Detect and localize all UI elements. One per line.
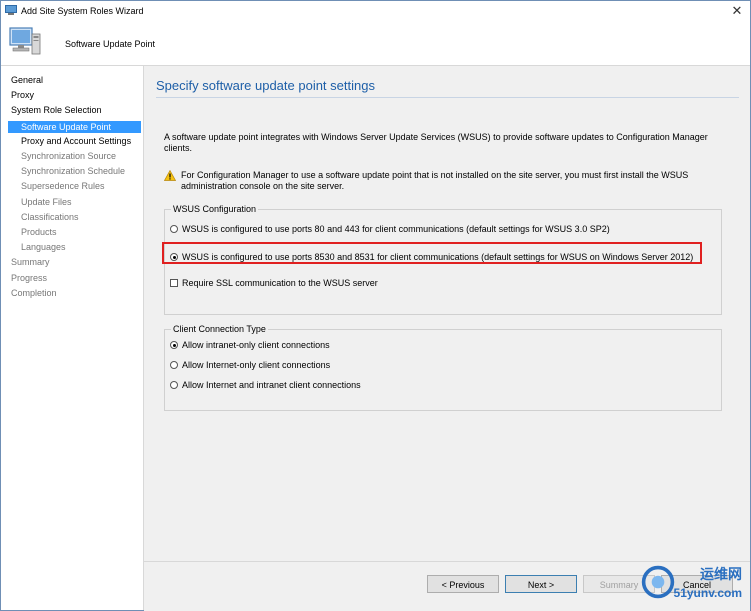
- watermark-subtext: 51yunv.com: [673, 586, 742, 600]
- internet-and-intranet-radio[interactable]: [170, 381, 178, 389]
- content-pane: Specify software update point settings A…: [144, 66, 750, 561]
- wizard-nav: General Proxy System Role Selection Softwar…: [1, 66, 144, 610]
- internet-only-label: Allow Internet-only client connections: [182, 360, 331, 370]
- highlight-box: [162, 242, 702, 264]
- watermark-logo-icon: [641, 565, 675, 599]
- nav-item-languages[interactable]: Languages: [21, 242, 66, 252]
- computer-icon: [9, 27, 41, 55]
- nav-item-synchronization-schedule[interactable]: Synchronization Schedule: [21, 166, 125, 176]
- nav-item-supersedence-rules[interactable]: Supersedence Rules: [21, 181, 105, 191]
- page-description: A software update point integrates with …: [164, 132, 708, 153]
- wsus-group-legend: WSUS Configuration: [171, 204, 259, 214]
- wizard-header: Software Update Point: [1, 21, 750, 66]
- wizard-subtitle: Software Update Point: [65, 39, 156, 49]
- require-ssl-option[interactable]: Require SSL communication to the WSUS se…: [170, 278, 378, 288]
- page-title: Specify software update point settings: [156, 78, 375, 93]
- intranet-only-radio[interactable]: [170, 341, 178, 349]
- internet-and-intranet-option[interactable]: Allow Internet and intranet client conne…: [170, 380, 361, 390]
- nav-item-summary[interactable]: Summary: [11, 257, 50, 267]
- previous-button[interactable]: < Previous: [427, 575, 499, 593]
- site-watermark: 运维网 51yunv.com: [636, 560, 746, 606]
- wsus-port-80-radio[interactable]: [170, 225, 178, 233]
- require-ssl-checkbox[interactable]: [170, 279, 178, 287]
- heading-divider: [156, 97, 739, 98]
- intranet-only-option[interactable]: Allow intranet-only client connections: [170, 340, 330, 350]
- next-button[interactable]: Next >: [505, 575, 577, 593]
- window-title: Add Site System Roles Wizard: [21, 6, 144, 16]
- wsus-port-80-option[interactable]: WSUS is configured to use ports 80 and 4…: [170, 224, 610, 234]
- warning-icon: [164, 170, 176, 181]
- internet-and-intranet-label: Allow Internet and intranet client conne…: [182, 380, 361, 390]
- nav-item-proxy-and-account-settings[interactable]: Proxy and Account Settings: [21, 136, 131, 146]
- client-group-legend: Client Connection Type: [171, 324, 268, 334]
- nav-item-classifications[interactable]: Classifications: [21, 212, 79, 222]
- wsus-port-80-label: WSUS is configured to use ports 80 and 4…: [182, 224, 610, 234]
- nav-item-proxy[interactable]: Proxy: [11, 90, 34, 100]
- nav-item-general[interactable]: General: [11, 75, 43, 85]
- internet-only-radio[interactable]: [170, 361, 178, 369]
- wizard-app-icon: [5, 5, 17, 15]
- nav-item-software-update-point[interactable]: Software Update Point: [8, 120, 141, 133]
- close-icon[interactable]: ✕: [730, 3, 744, 19]
- nav-item-update-files[interactable]: Update Files: [21, 197, 72, 207]
- nav-item-products[interactable]: Products: [21, 227, 57, 237]
- intranet-only-label: Allow intranet-only client connections: [182, 340, 330, 350]
- warning-text: For Configuration Manager to use a softw…: [181, 170, 689, 191]
- client-connection-group: Client Connection Type Allow intranet-on…: [164, 324, 722, 411]
- wizard-window: Add Site System Roles Wizard ✕ Software …: [0, 0, 751, 611]
- require-ssl-label: Require SSL communication to the WSUS se…: [182, 278, 378, 288]
- nav-item-completion[interactable]: Completion: [11, 288, 57, 298]
- nav-item-progress[interactable]: Progress: [11, 273, 47, 283]
- watermark-text: 运维网: [700, 566, 742, 582]
- internet-only-option[interactable]: Allow Internet-only client connections: [170, 360, 330, 370]
- nav-item-synchronization-source[interactable]: Synchronization Source: [21, 151, 116, 161]
- nav-item-system-role-selection[interactable]: System Role Selection: [11, 105, 102, 115]
- title-bar: Add Site System Roles Wizard ✕: [1, 1, 750, 21]
